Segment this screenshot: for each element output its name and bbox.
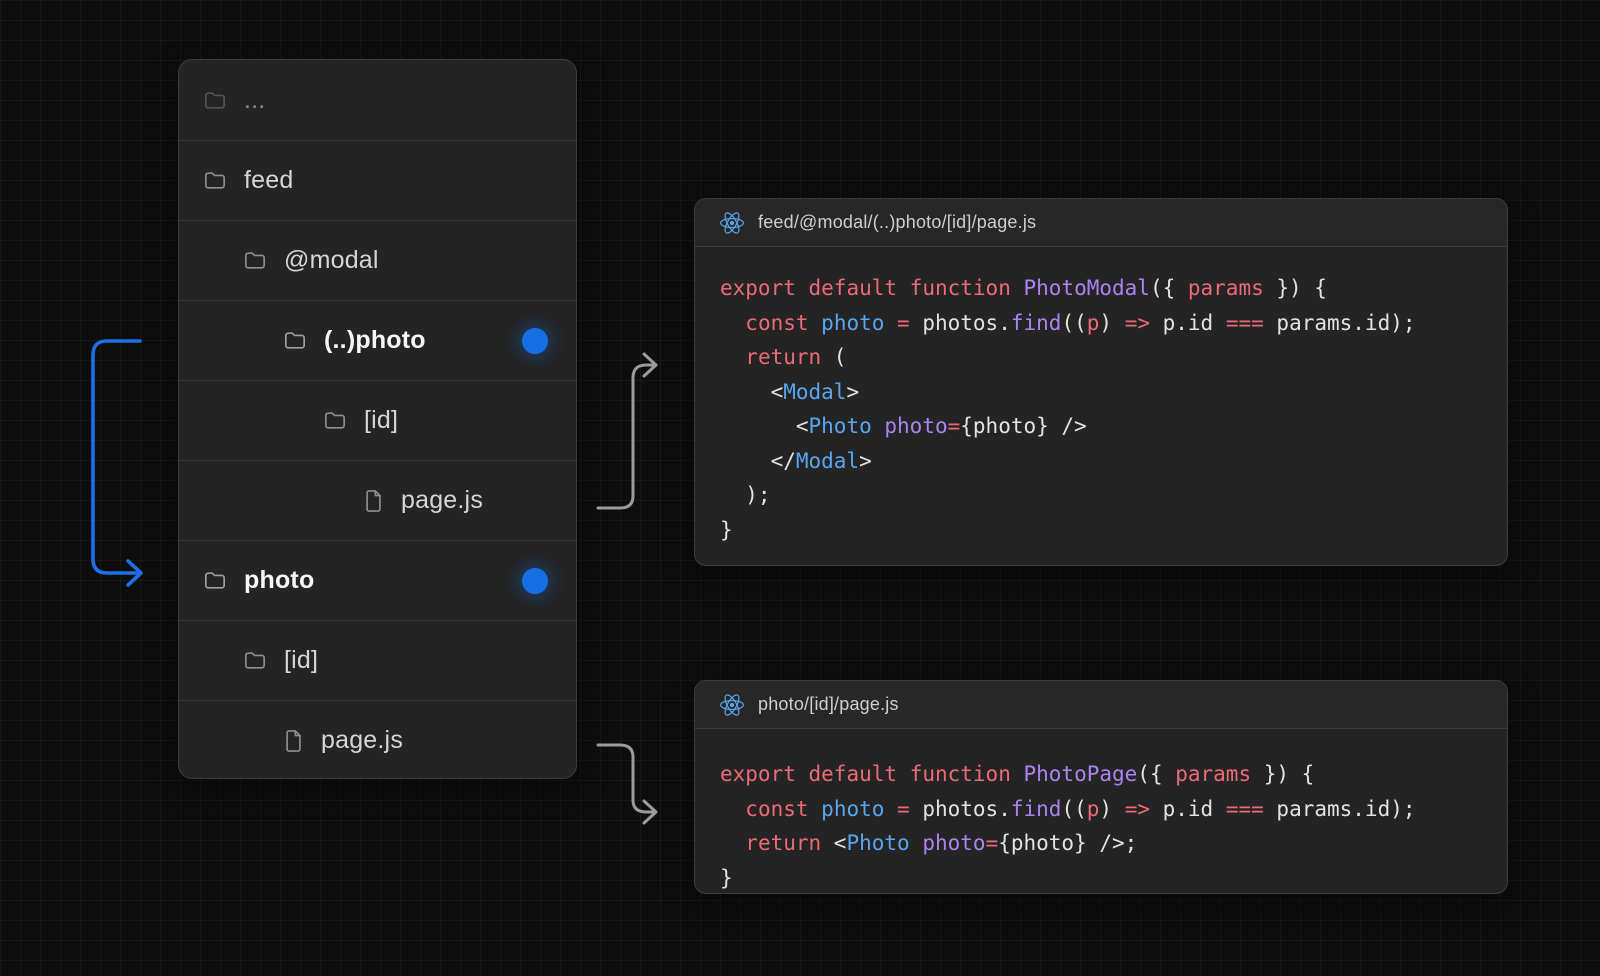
tree-row-label: page.js [321,726,403,755]
tree-row-label: [id] [364,406,398,435]
page-code-arrow [592,732,670,828]
tree-row-feed: feed [179,140,576,220]
code-panel-page: photo/[id]/page.js export default functi… [694,680,1508,894]
tree-row-label: photo [244,566,314,595]
tree-row-label: ... [244,86,265,115]
tree-row-photo: photo [179,540,576,620]
react-icon [719,693,745,717]
tree-row-modal-slot: @modal [179,220,576,300]
tree-row-pagejs-1: page.js [179,460,576,540]
folder-icon [204,91,226,110]
tree-row-label: [id] [284,646,318,675]
file-icon [284,730,303,752]
code-block: export default function PhotoModal({ par… [695,247,1507,547]
tree-row-intercepted-photo: (..)photo [179,300,576,380]
active-route-dot [522,568,548,594]
folder-icon [324,411,346,430]
modal-code-arrow [592,352,670,518]
tree-row-label: feed [244,166,293,195]
intercept-arrow [85,323,160,595]
folder-icon [204,171,226,190]
file-path-title: photo/[id]/page.js [758,694,899,715]
code-panel-header: photo/[id]/page.js [695,681,1507,729]
file-icon [364,490,383,512]
folder-icon [244,251,266,270]
file-path-title: feed/@modal/(..)photo/[id]/page.js [758,212,1036,233]
code-panel-header: feed/@modal/(..)photo/[id]/page.js [695,199,1507,247]
folder-icon [204,571,226,590]
tree-row-label: page.js [401,486,483,515]
react-icon [719,211,745,235]
tree-row-label: (..)photo [324,326,426,355]
folder-icon [284,331,306,350]
active-route-dot [522,328,548,354]
code-panel-modal: feed/@modal/(..)photo/[id]/page.js expor… [694,198,1508,566]
file-tree-card: ... feed @modal (..)photo [id] page.js [178,59,577,779]
tree-row-id-2: [id] [179,620,576,700]
code-block: export default function PhotoPage({ para… [695,729,1507,894]
tree-row-pagejs-2: page.js [179,700,576,779]
tree-row-ellipsis: ... [179,60,576,140]
tree-row-id-1: [id] [179,380,576,460]
folder-icon [244,651,266,670]
tree-row-label: @modal [284,246,379,275]
